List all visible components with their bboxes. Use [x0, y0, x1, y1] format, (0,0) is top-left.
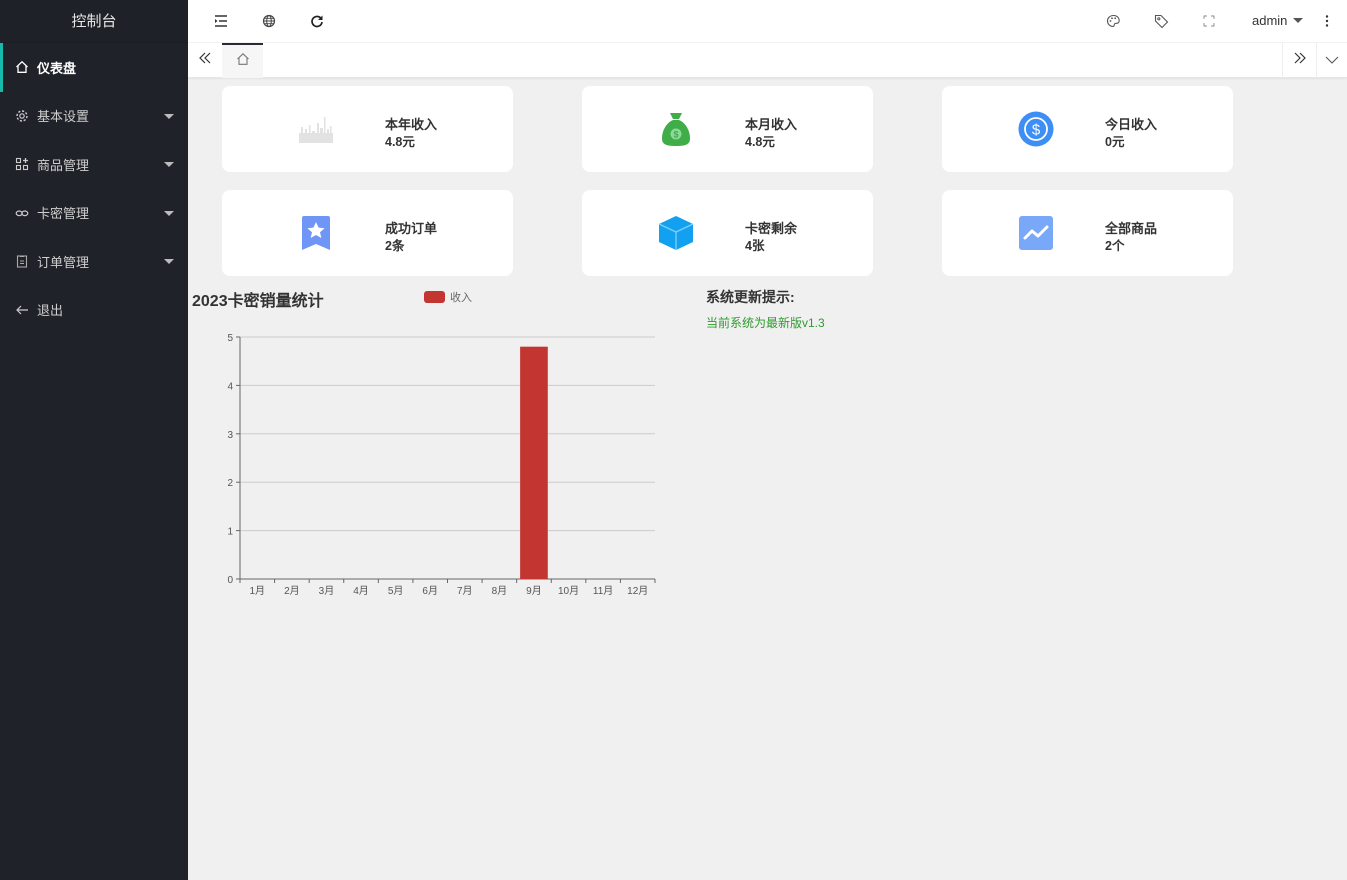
stat-value: 0元 — [1105, 135, 1125, 149]
stat-card-month-income: $ 本月收入 4.8元 — [582, 86, 873, 172]
more-vertical-icon[interactable] — [1318, 12, 1336, 30]
fullscreen-icon[interactable] — [1200, 12, 1218, 30]
stat-value: 4.8元 — [745, 135, 775, 149]
y-tick-label: 5 — [227, 333, 233, 344]
x-tick-label: 1月 — [250, 585, 266, 597]
home-icon — [236, 52, 250, 71]
svg-text:$: $ — [1032, 122, 1041, 139]
update-notice-title: 系统更新提示: — [706, 289, 795, 305]
apps-icon — [15, 157, 29, 171]
x-tick-label: 10月 — [558, 585, 579, 597]
sales-bar-chart: 0 1 2 3 4 5 1月 2月 3月 4月 5月 6月 7月 8月 9月 10月 11月 12月 — [227, 333, 656, 597]
double-left-icon — [198, 51, 212, 70]
stat-card-success-orders: 成功订单 2条 — [222, 190, 513, 276]
money-bag-icon: $ — [658, 111, 694, 147]
legend-label: 收入 — [450, 292, 472, 304]
globe-icon[interactable] — [260, 12, 278, 30]
double-right-icon — [1293, 51, 1307, 70]
caret-down-icon — [164, 259, 174, 265]
tabs-scroll-right-button[interactable] — [1282, 43, 1316, 78]
sidebar: 控制台 仪表盘 基本设置 商品管理 卡密管理 订单管理 退出 — [0, 0, 188, 880]
theme-palette-icon[interactable] — [1104, 12, 1122, 30]
sidebar-item-label: 仪表盘 — [37, 60, 77, 76]
x-tick-label: 3月 — [319, 585, 335, 597]
stat-card-year-income: 本年收入 4.8元 — [222, 86, 513, 172]
menu-fold-icon[interactable] — [212, 12, 230, 30]
caret-down-icon — [164, 210, 174, 216]
sidebar-item-label: 退出 — [37, 303, 64, 319]
clipboard-icon — [15, 254, 29, 268]
y-tick-label: 0 — [227, 575, 233, 586]
gear-icon — [15, 109, 29, 123]
x-tick-label: 5月 — [388, 585, 404, 597]
sidebar-item-card-management[interactable]: 卡密管理 — [0, 189, 188, 238]
x-tick-label: 9月 — [526, 585, 542, 597]
tab-home[interactable] — [222, 43, 263, 78]
sidebar-item-logout[interactable]: 退出 — [0, 286, 188, 335]
sidebar-item-order-management[interactable]: 订单管理 — [0, 237, 188, 286]
sidebar-item-label: 卡密管理 — [37, 206, 90, 222]
arrow-left-icon — [15, 303, 29, 317]
caret-down-icon — [1293, 18, 1304, 23]
stat-value: 2个 — [1105, 239, 1125, 253]
legend-swatch — [424, 291, 445, 303]
x-tick-label: 12月 — [627, 585, 648, 597]
sidebar-item-label: 基本设置 — [37, 109, 90, 125]
x-tick-label: 2月 — [284, 585, 300, 597]
stat-card-today-income: $ 今日收入 0元 — [942, 86, 1233, 172]
sidebar-item-basic-settings[interactable]: 基本设置 — [0, 92, 188, 141]
tabs-scroll-left-button[interactable] — [188, 43, 222, 78]
sidebar-title: 控制台 — [0, 0, 188, 43]
stat-value: 4.8元 — [385, 135, 415, 149]
tag-icon[interactable] — [1152, 12, 1170, 30]
cube-icon — [658, 215, 694, 251]
chevron-down-icon — [1325, 52, 1339, 70]
x-tick-label: 7月 — [457, 585, 473, 597]
tabs-more-button[interactable] — [1316, 43, 1347, 78]
x-tick-label: 6月 — [422, 585, 438, 597]
x-tick-label: 8月 — [492, 585, 508, 597]
bar-9月 — [520, 346, 548, 579]
username: admin — [1252, 13, 1288, 28]
link-icon — [15, 206, 29, 220]
sidebar-item-label: 商品管理 — [37, 157, 90, 173]
stat-value: 4张 — [745, 239, 765, 253]
stat-card-all-products: 全部商品 2个 — [942, 190, 1233, 276]
update-notice-text: 当前系统为最新版v1.3 — [706, 316, 825, 330]
sidebar-item-label: 订单管理 — [37, 254, 90, 270]
trend-chart-icon — [1018, 215, 1054, 251]
refresh-icon[interactable] — [308, 12, 326, 30]
chart-title: 2023卡密销量统计 — [192, 293, 324, 310]
chart-legend[interactable]: 收入 — [424, 289, 472, 305]
y-tick-label: 2 — [227, 478, 233, 489]
y-tick-label: 4 — [227, 381, 233, 392]
home-icon — [15, 60, 29, 74]
sidebar-item-product-management[interactable]: 商品管理 — [0, 140, 188, 189]
city-skyline-icon — [298, 111, 334, 147]
tabs-bar — [188, 43, 1347, 78]
y-tick-label: 1 — [227, 527, 233, 538]
top-header: admin — [188, 0, 1347, 43]
user-menu[interactable]: admin — [1252, 13, 1304, 28]
stat-card-cards-remaining: 卡密剩余 4张 — [582, 190, 873, 276]
sidebar-item-dashboard[interactable]: 仪表盘 — [0, 43, 188, 92]
star-bookmark-icon — [298, 215, 334, 251]
y-tick-label: 3 — [227, 430, 233, 441]
caret-down-icon — [164, 162, 174, 168]
x-tick-label: 4月 — [353, 585, 369, 597]
dollar-coin-icon: $ — [1018, 111, 1054, 147]
stat-value: 2条 — [385, 239, 405, 253]
svg-text:$: $ — [673, 130, 678, 140]
caret-down-icon — [164, 113, 174, 119]
x-tick-label: 11月 — [593, 585, 613, 597]
